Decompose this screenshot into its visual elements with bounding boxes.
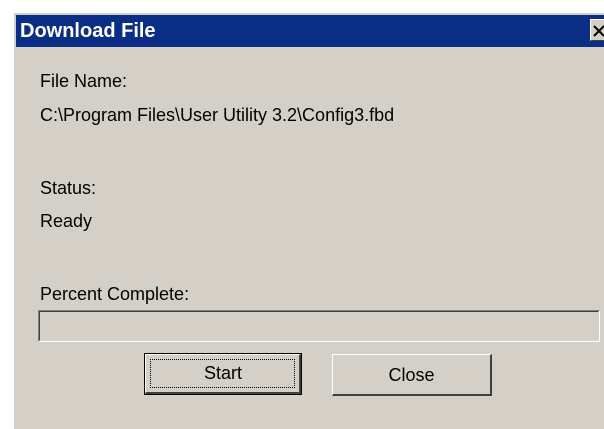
file-path-value: C:\Program Files\User Utility 3.2\Config… bbox=[40, 105, 395, 125]
start-button[interactable]: Start bbox=[144, 353, 302, 395]
window-title: Download File bbox=[20, 20, 156, 42]
title-bar[interactable]: Download File bbox=[16, 15, 604, 47]
progress-bar bbox=[38, 310, 600, 342]
close-icon bbox=[593, 25, 604, 37]
status-value: Ready bbox=[40, 211, 93, 231]
file-name-label: File Name: bbox=[40, 71, 128, 91]
progress-track bbox=[39, 311, 599, 341]
close-button[interactable]: Close bbox=[332, 354, 492, 396]
status-label: Status: bbox=[40, 178, 97, 198]
percent-complete-label: Percent Complete: bbox=[40, 284, 190, 304]
download-file-dialog: Download File File Name: C:\Program File… bbox=[12, 11, 604, 429]
title-close-button[interactable] bbox=[590, 19, 604, 41]
start-button-label: Start bbox=[203, 363, 242, 383]
